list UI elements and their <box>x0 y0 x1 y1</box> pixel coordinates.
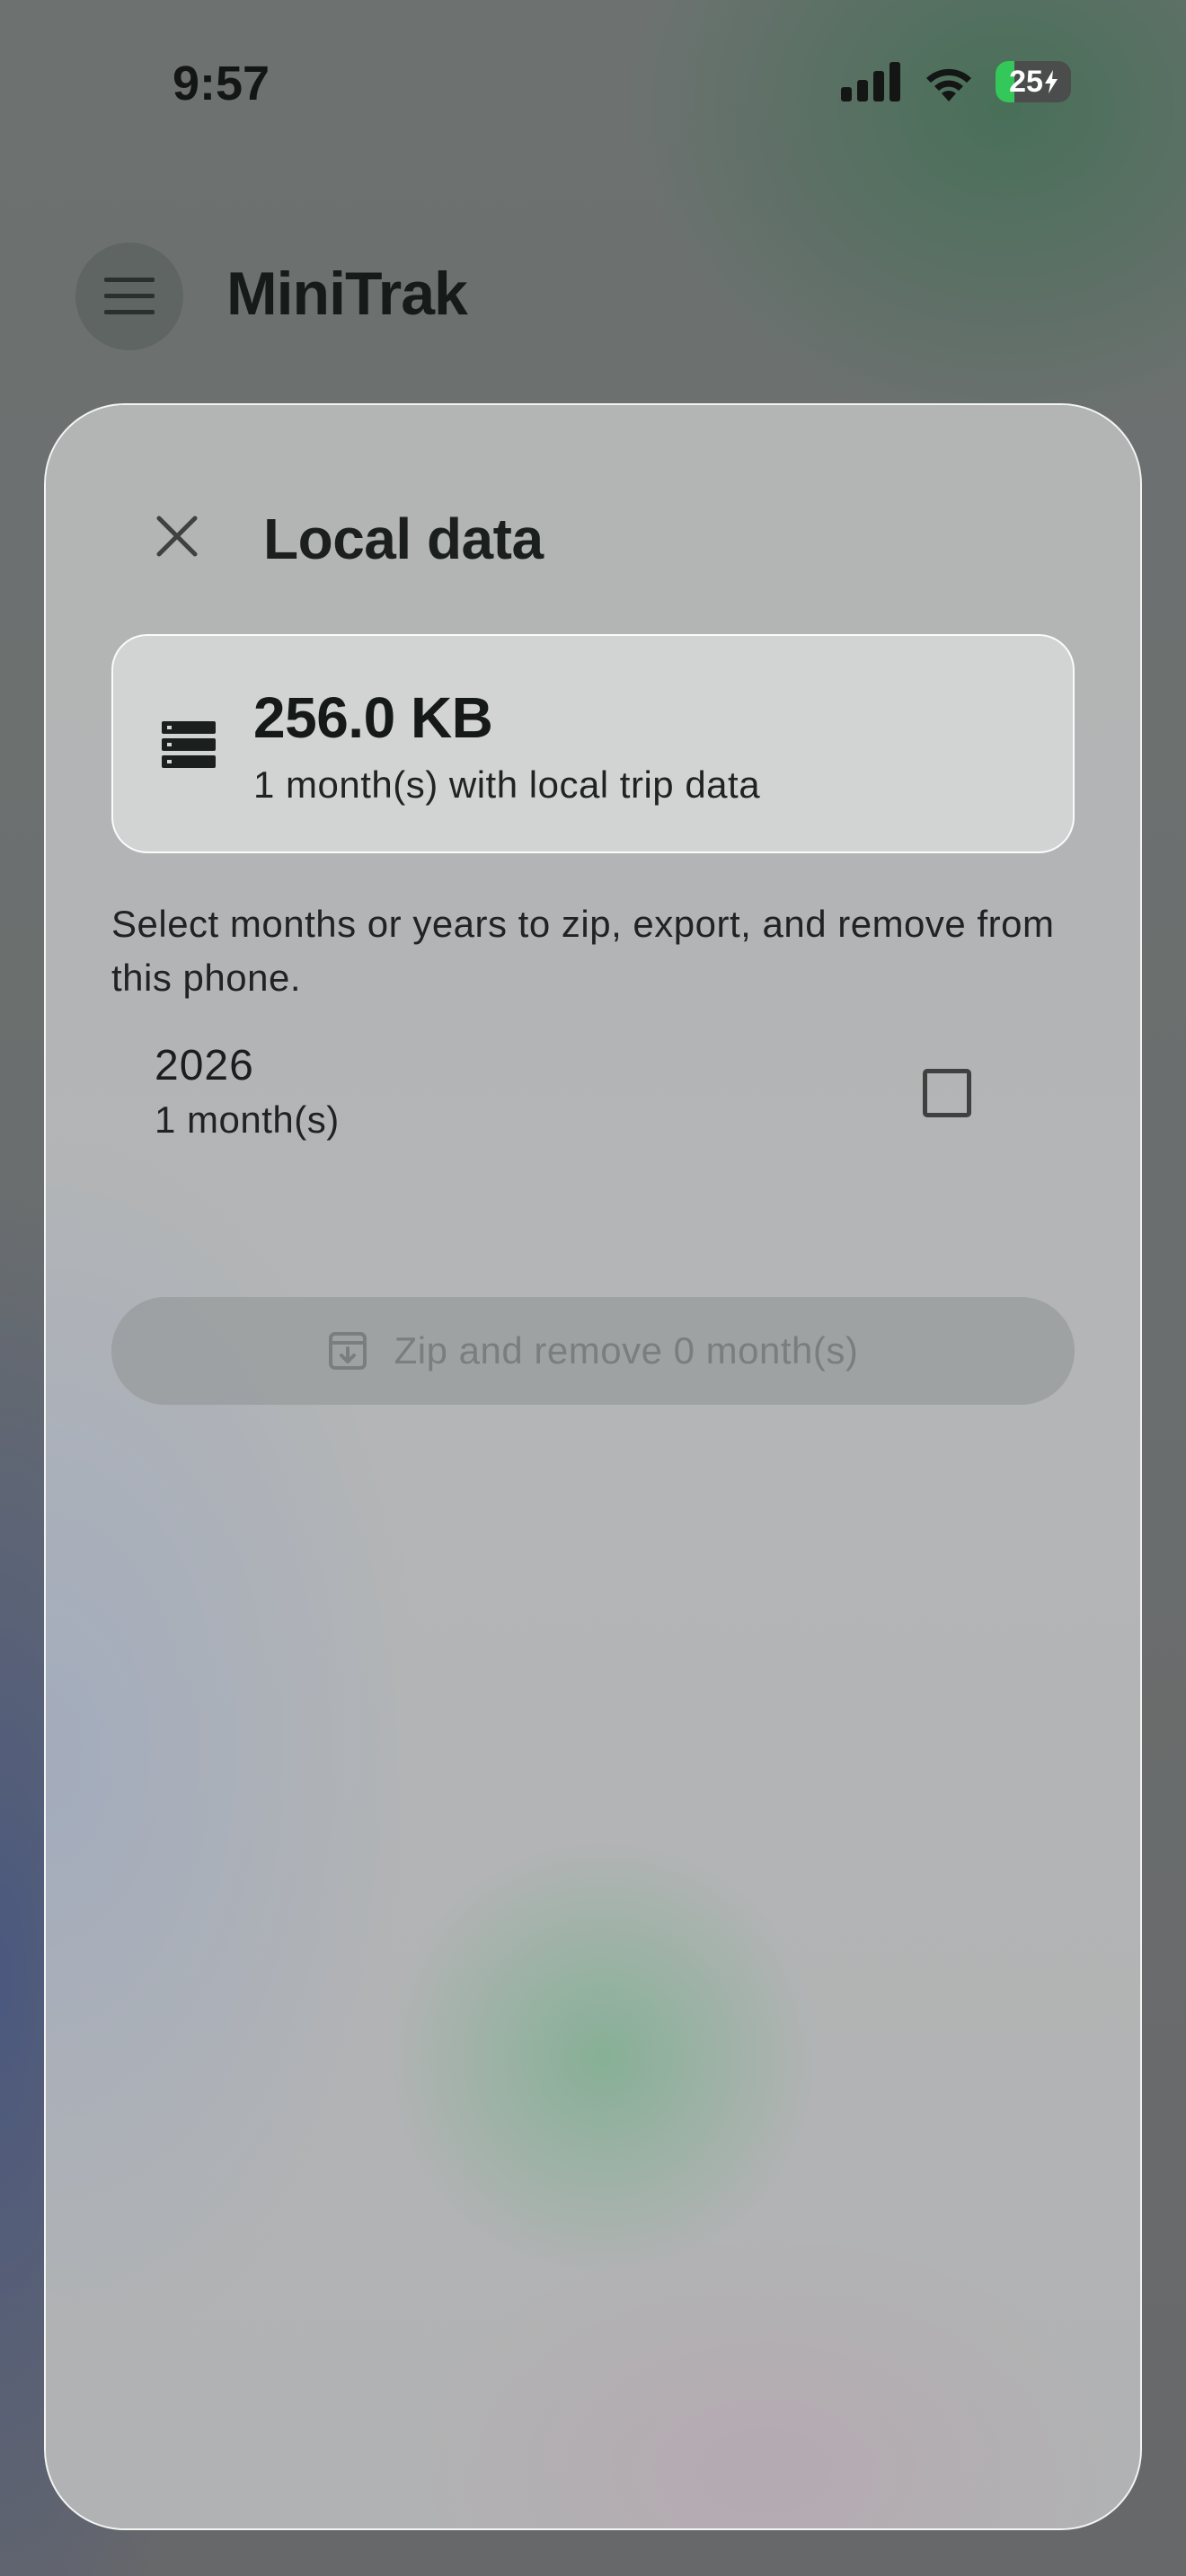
year-checkbox[interactable] <box>923 1069 971 1117</box>
year-label: 2026 <box>155 1042 254 1090</box>
battery-charging-icon: 25 <box>996 61 1071 102</box>
storage-size: 256.0 KB <box>253 685 493 750</box>
menu-button[interactable] <box>75 243 183 350</box>
storage-summary-card: 256.0 KB 1 month(s) with local trip data <box>111 634 1075 853</box>
wifi-icon <box>926 68 971 101</box>
app-title: MiniTrak <box>226 260 468 328</box>
status-time: 9:57 <box>173 57 270 110</box>
archive-icon <box>328 1332 367 1370</box>
year-row-2026[interactable]: 2026 1 month(s) <box>111 1032 1075 1194</box>
status-icons: 25 <box>841 61 1071 102</box>
zip-button-label: Zip and remove 0 month(s) <box>394 1329 859 1372</box>
sheet-title: Local data <box>263 507 544 571</box>
storage-icon <box>162 721 216 768</box>
year-month-count: 1 month(s) <box>155 1098 340 1141</box>
sheet-description: Select months or years to zip, export, a… <box>111 903 1055 999</box>
hamburger-menu-icon <box>104 278 155 314</box>
close-button[interactable] <box>141 500 213 572</box>
battery-level: 25 <box>1009 64 1043 99</box>
close-icon <box>156 516 198 557</box>
zip-and-remove-button[interactable]: Zip and remove 0 month(s) <box>111 1297 1075 1405</box>
local-data-sheet: Local data 256.0 KB 1 month(s) with loca… <box>44 403 1142 2530</box>
storage-subtitle: 1 month(s) with local trip data <box>253 763 761 806</box>
cellular-signal-icon <box>841 62 900 101</box>
